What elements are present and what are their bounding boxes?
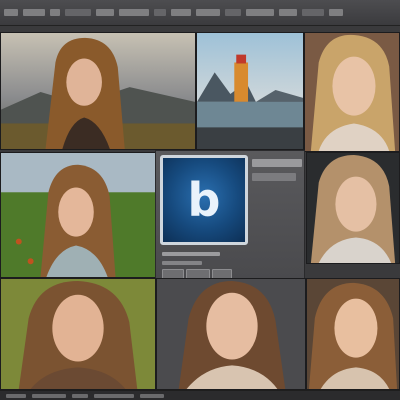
menu-item-2[interactable] [23, 9, 45, 16]
photo-thumbnail-1[interactable] [0, 32, 196, 150]
app-logo-glyph: b [187, 173, 221, 227]
portrait-wavy-hair-image [307, 153, 399, 263]
portrait-autumn-image [1, 279, 155, 389]
panel-text-line-2 [162, 261, 202, 265]
status-bar [0, 390, 400, 400]
menu-item-4[interactable] [65, 9, 91, 16]
status-item-3 [72, 393, 88, 398]
photo-thumbnail-5[interactable] [306, 152, 400, 264]
portrait-field-sunset-image [1, 33, 195, 149]
portrait-blonde-image [305, 33, 399, 151]
menu-item-5[interactable] [96, 9, 114, 16]
photo-thumbnail-4[interactable] [0, 152, 156, 278]
status-item-4 [94, 393, 134, 398]
menu-item-11[interactable] [246, 9, 274, 16]
panel-tab-2[interactable] [252, 173, 296, 181]
menu-item-6[interactable] [119, 9, 149, 16]
panel-text-line-1 [162, 252, 220, 256]
status-item-5 [140, 393, 164, 398]
portrait-smile-image [307, 279, 399, 389]
photo-thumbnail-2[interactable] [196, 32, 304, 150]
menu-item-9[interactable] [196, 9, 220, 16]
photo-thumbnail-7[interactable] [156, 278, 306, 390]
menu-item-3[interactable] [50, 9, 60, 16]
portrait-brunette-image [157, 279, 305, 389]
lighthouse-image [197, 33, 303, 149]
menu-bar [0, 0, 400, 26]
about-dialog-panel: b [155, 150, 305, 280]
menu-item-10[interactable] [225, 9, 241, 16]
app-logo: b [160, 155, 248, 245]
menu-item-1[interactable] [4, 9, 18, 16]
menu-item-12[interactable] [279, 9, 297, 16]
photo-thumbnail-3[interactable] [304, 32, 400, 152]
menu-item-14[interactable] [329, 9, 343, 16]
panel-tab-1[interactable] [252, 159, 302, 167]
menu-item-13[interactable] [302, 9, 324, 16]
menu-item-7[interactable] [154, 9, 166, 16]
status-item-1 [6, 393, 26, 398]
photo-thumbnail-8[interactable] [306, 278, 400, 390]
portrait-meadow-image [1, 153, 155, 277]
status-item-2 [32, 393, 66, 398]
menu-item-8[interactable] [171, 9, 191, 16]
photo-thumbnail-6[interactable] [0, 278, 156, 390]
